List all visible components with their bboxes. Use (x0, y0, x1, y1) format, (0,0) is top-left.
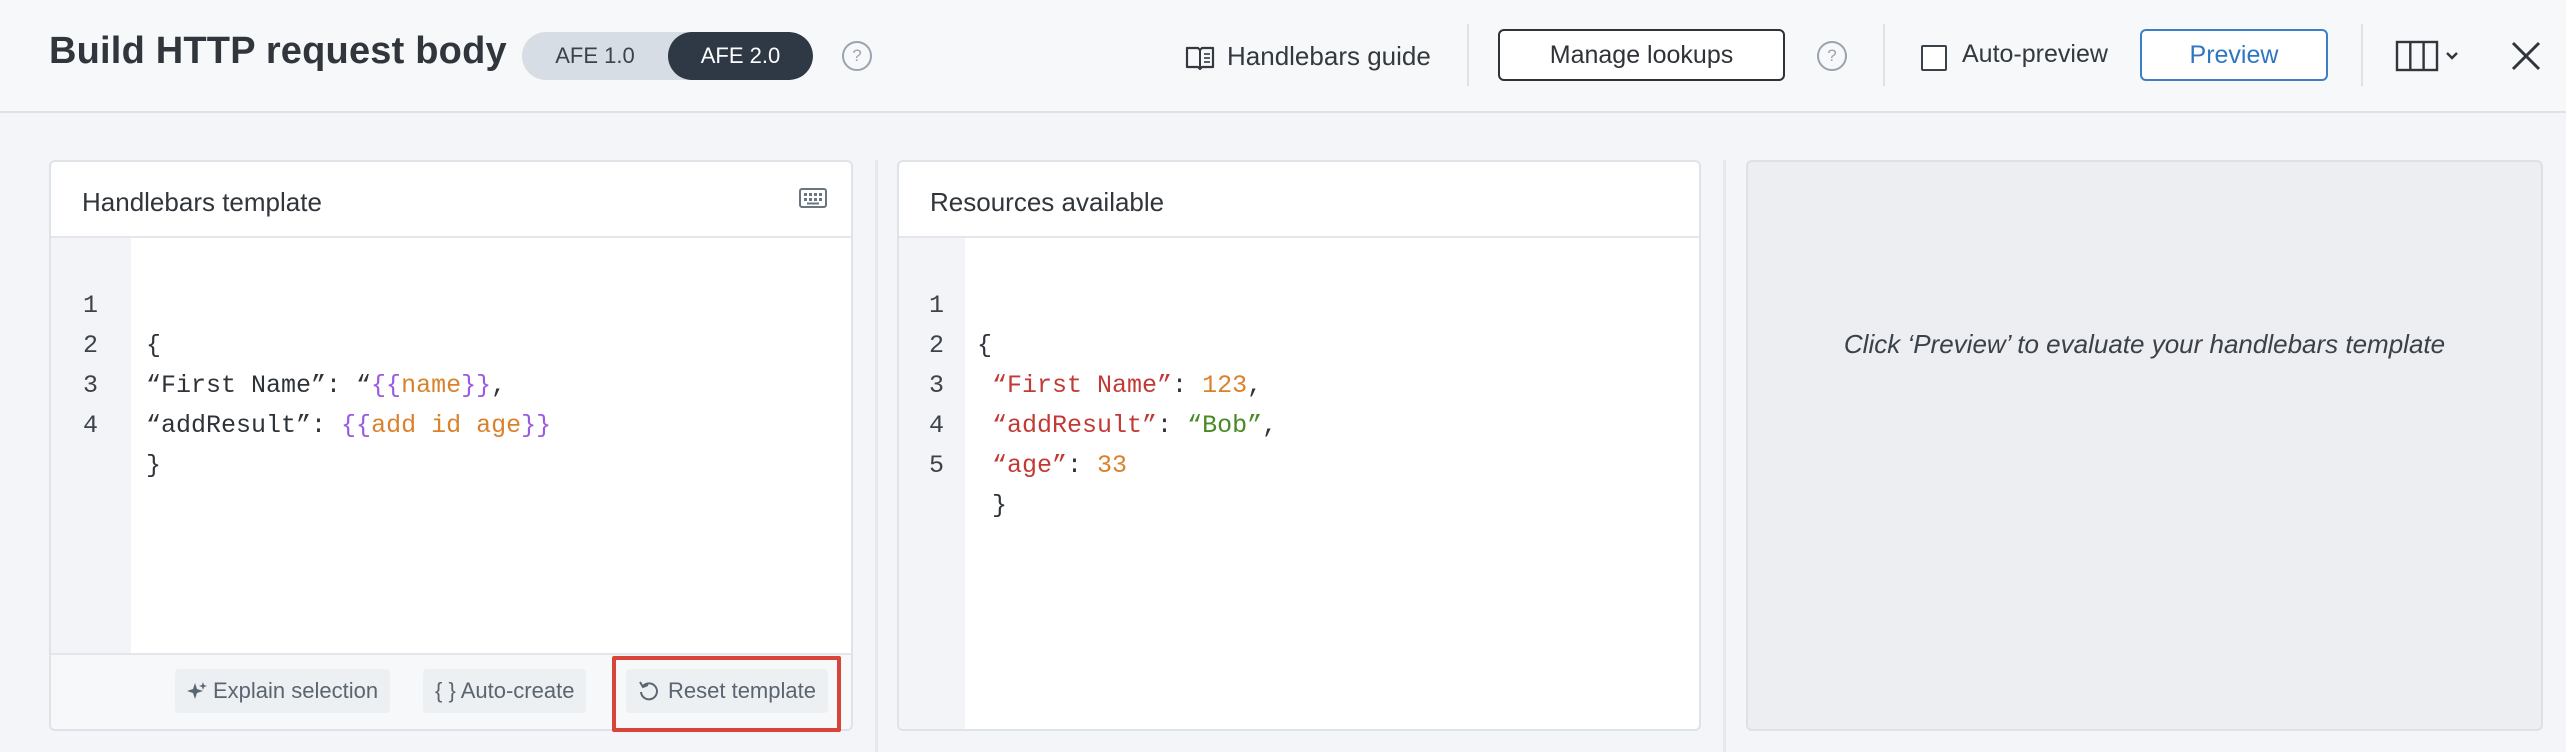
code-text: “addResult”: {{add id age}} (146, 411, 552, 440)
guide-label: Handlebars guide (1227, 41, 1431, 71)
preview-output-panel: Click ‘Preview’ to evaluate your handleb… (1746, 160, 2543, 731)
code-line: 2 “First Name”: “{{name}}, (51, 286, 851, 400)
page-title: Build HTTP request body (49, 30, 507, 72)
resources-panel: Resources available 1 { 2 “First Name”: … (897, 160, 1701, 731)
afe-version-toggle[interactable]: AFE 1.0 AFE 2.0 (522, 32, 813, 80)
sparkle-icon (187, 682, 207, 699)
panel-header: Resources available (899, 162, 1699, 238)
columns-icon (2395, 40, 2458, 72)
preview-button[interactable]: Preview (2140, 29, 2328, 81)
panel-resizer[interactable] (1723, 160, 1726, 752)
panel-resizer[interactable] (875, 160, 878, 752)
close-button[interactable] (2508, 38, 2544, 74)
code-text: } (977, 491, 1008, 520)
code-line: 3 “addResult”: {{add id age}} (51, 326, 851, 440)
code-line: 1 { (899, 246, 1699, 360)
template-editor[interactable]: 1 { 2 “First Name”: “{{name}}, 3 “addRes… (51, 246, 851, 480)
divider (1467, 24, 1469, 86)
auto-preview-checkbox[interactable] (1921, 45, 1947, 71)
afe-help-icon[interactable]: ? (842, 41, 872, 71)
explain-selection-button[interactable]: Explain selection (175, 669, 391, 713)
panel-title: Resources available (930, 187, 1165, 217)
line-number: 5 (929, 451, 945, 480)
divider (2361, 24, 2363, 86)
book-icon (1185, 46, 1215, 71)
handlebars-template-panel: Handlebars template 1 { 2 “First Name”: … (49, 160, 853, 731)
code-line: 3 “addResult”: “Bob”, (899, 326, 1699, 440)
lookups-help-icon[interactable]: ? (1817, 41, 1847, 71)
code-line: 4 } (51, 366, 851, 480)
editor-header: Build HTTP request body AFE 1.0 AFE 2.0 … (0, 0, 2566, 113)
code-text: } (146, 451, 162, 480)
auto-preview-label: Auto-preview (1962, 40, 2108, 68)
code-text: “age”: 33 (992, 451, 1128, 480)
code-line: 1 { (51, 246, 851, 360)
preview-hint: Click ‘Preview’ to evaluate your handleb… (1843, 329, 2446, 359)
panel-title: Handlebars template (82, 187, 322, 217)
manage-lookups-button[interactable]: Manage lookups (1498, 29, 1785, 81)
divider (1883, 24, 1885, 86)
line-number: 4 (83, 411, 99, 440)
reset-template-highlight (612, 656, 841, 732)
resources-editor[interactable]: 1 { 2 “First Name”: 123, 3 “addResult”: … (899, 246, 1699, 520)
code-line: 2 “First Name”: 123, (899, 286, 1699, 400)
afe-1-option[interactable]: AFE 1.0 (522, 32, 668, 80)
afe-2-option[interactable]: AFE 2.0 (668, 32, 813, 80)
explain-label: Explain selection (213, 678, 379, 703)
keyboard-icon[interactable] (799, 188, 827, 208)
auto-create-button[interactable]: { } Auto-create (423, 669, 587, 713)
code-line: 5 } (899, 406, 1699, 520)
layout-menu-button[interactable] (2395, 38, 2467, 74)
panel-header: Handlebars template (51, 162, 851, 238)
close-icon (2511, 41, 2541, 71)
handlebars-guide-link[interactable]: Handlebars guide (1185, 38, 1431, 74)
code-line: 4 “age”: 33 (899, 366, 1699, 480)
chevron-down-icon (2446, 52, 2458, 60)
